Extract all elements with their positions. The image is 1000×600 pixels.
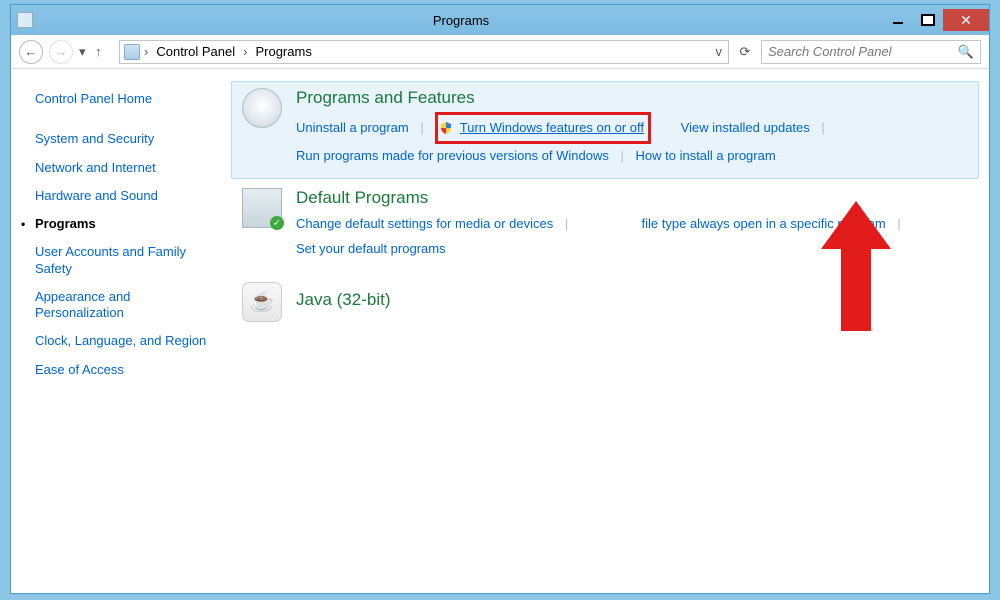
category-links: Uninstall a program | Turn Windows featu… (296, 112, 968, 168)
breadcrumb-control-panel[interactable]: Control Panel (152, 42, 239, 61)
refresh-button[interactable]: ⟳ (735, 42, 755, 62)
category-default-programs: Default Programs Change default settings… (231, 181, 979, 272)
close-button[interactable] (943, 9, 989, 31)
main-panel: Programs and Features Uninstall a progra… (231, 69, 989, 593)
window-title: Programs (39, 13, 883, 28)
link-change-default-settings[interactable]: Change default settings for media or dev… (296, 216, 553, 231)
search-box[interactable]: 🔍 (761, 40, 981, 64)
link-turn-windows-features[interactable]: Turn Windows features on or off (460, 120, 644, 135)
link-uninstall-program[interactable]: Uninstall a program (296, 120, 409, 135)
sidebar-item-network-internet[interactable]: Network and Internet (35, 160, 231, 176)
sidebar-item-appearance[interactable]: Appearance and Personalization (35, 289, 205, 322)
sidebar-item-clock-language[interactable]: Clock, Language, and Region (35, 333, 231, 349)
uac-shield-icon (440, 122, 452, 134)
link-make-file-type-open[interactable]: file type always open in a specific prog… (642, 216, 886, 231)
sidebar-item-system-security[interactable]: System and Security (35, 131, 231, 147)
sidebar-item-hardware-sound[interactable]: Hardware and Sound (35, 188, 231, 204)
category-links: Change default settings for media or dev… (296, 212, 968, 261)
chevron-right-icon[interactable]: › (241, 44, 249, 59)
forward-button: → (49, 40, 73, 64)
link-view-installed-updates[interactable]: View installed updates (681, 120, 810, 135)
search-input[interactable] (768, 44, 958, 59)
category-title[interactable]: Java (32-bit) (296, 290, 968, 310)
sidebar-item-user-accounts[interactable]: User Accounts and Family Safety (35, 244, 205, 277)
back-button[interactable]: ← (19, 40, 43, 64)
category-programs-features: Programs and Features Uninstall a progra… (231, 81, 979, 179)
category-java: Java (32-bit) (231, 275, 979, 333)
link-set-default-programs[interactable]: Set your default programs (296, 241, 446, 256)
content-area: Control Panel Home System and Security N… (11, 69, 989, 593)
sidebar-item-ease-of-access[interactable]: Ease of Access (35, 362, 231, 378)
breadcrumb-programs[interactable]: Programs (251, 42, 315, 61)
address-bar[interactable]: › Control Panel › Programs v (119, 40, 729, 64)
sidebar-home[interactable]: Control Panel Home (35, 91, 231, 107)
search-icon: 🔍 (958, 44, 974, 60)
link-run-previous-versions[interactable]: Run programs made for previous versions … (296, 148, 609, 163)
java-icon (242, 282, 282, 322)
window-buttons (883, 9, 989, 31)
minimize-button[interactable] (883, 9, 913, 31)
sidebar-item-programs[interactable]: Programs (35, 216, 231, 232)
highlight-box: Turn Windows features on or off (435, 112, 651, 144)
default-programs-icon (242, 188, 282, 228)
category-title[interactable]: Default Programs (296, 188, 968, 208)
up-button[interactable]: ↑ (95, 44, 113, 59)
titlebar: Programs (11, 5, 989, 35)
sidebar: Control Panel Home System and Security N… (11, 69, 231, 593)
chevron-right-icon[interactable]: › (142, 44, 150, 59)
navigation-toolbar: ← → ▾ ↑ › Control Panel › Programs v ⟳ 🔍 (11, 35, 989, 69)
address-dropdown-icon[interactable]: v (714, 44, 725, 59)
control-panel-small-icon (124, 44, 140, 60)
maximize-button[interactable] (913, 9, 943, 31)
history-dropdown-icon[interactable]: ▾ (79, 44, 89, 60)
programs-features-icon (242, 88, 282, 128)
category-title[interactable]: Programs and Features (296, 88, 968, 108)
control-panel-icon (17, 12, 33, 28)
link-how-to-install[interactable]: How to install a program (636, 148, 776, 163)
control-panel-window: Programs ← → ▾ ↑ › Control Panel › Progr… (10, 4, 990, 594)
